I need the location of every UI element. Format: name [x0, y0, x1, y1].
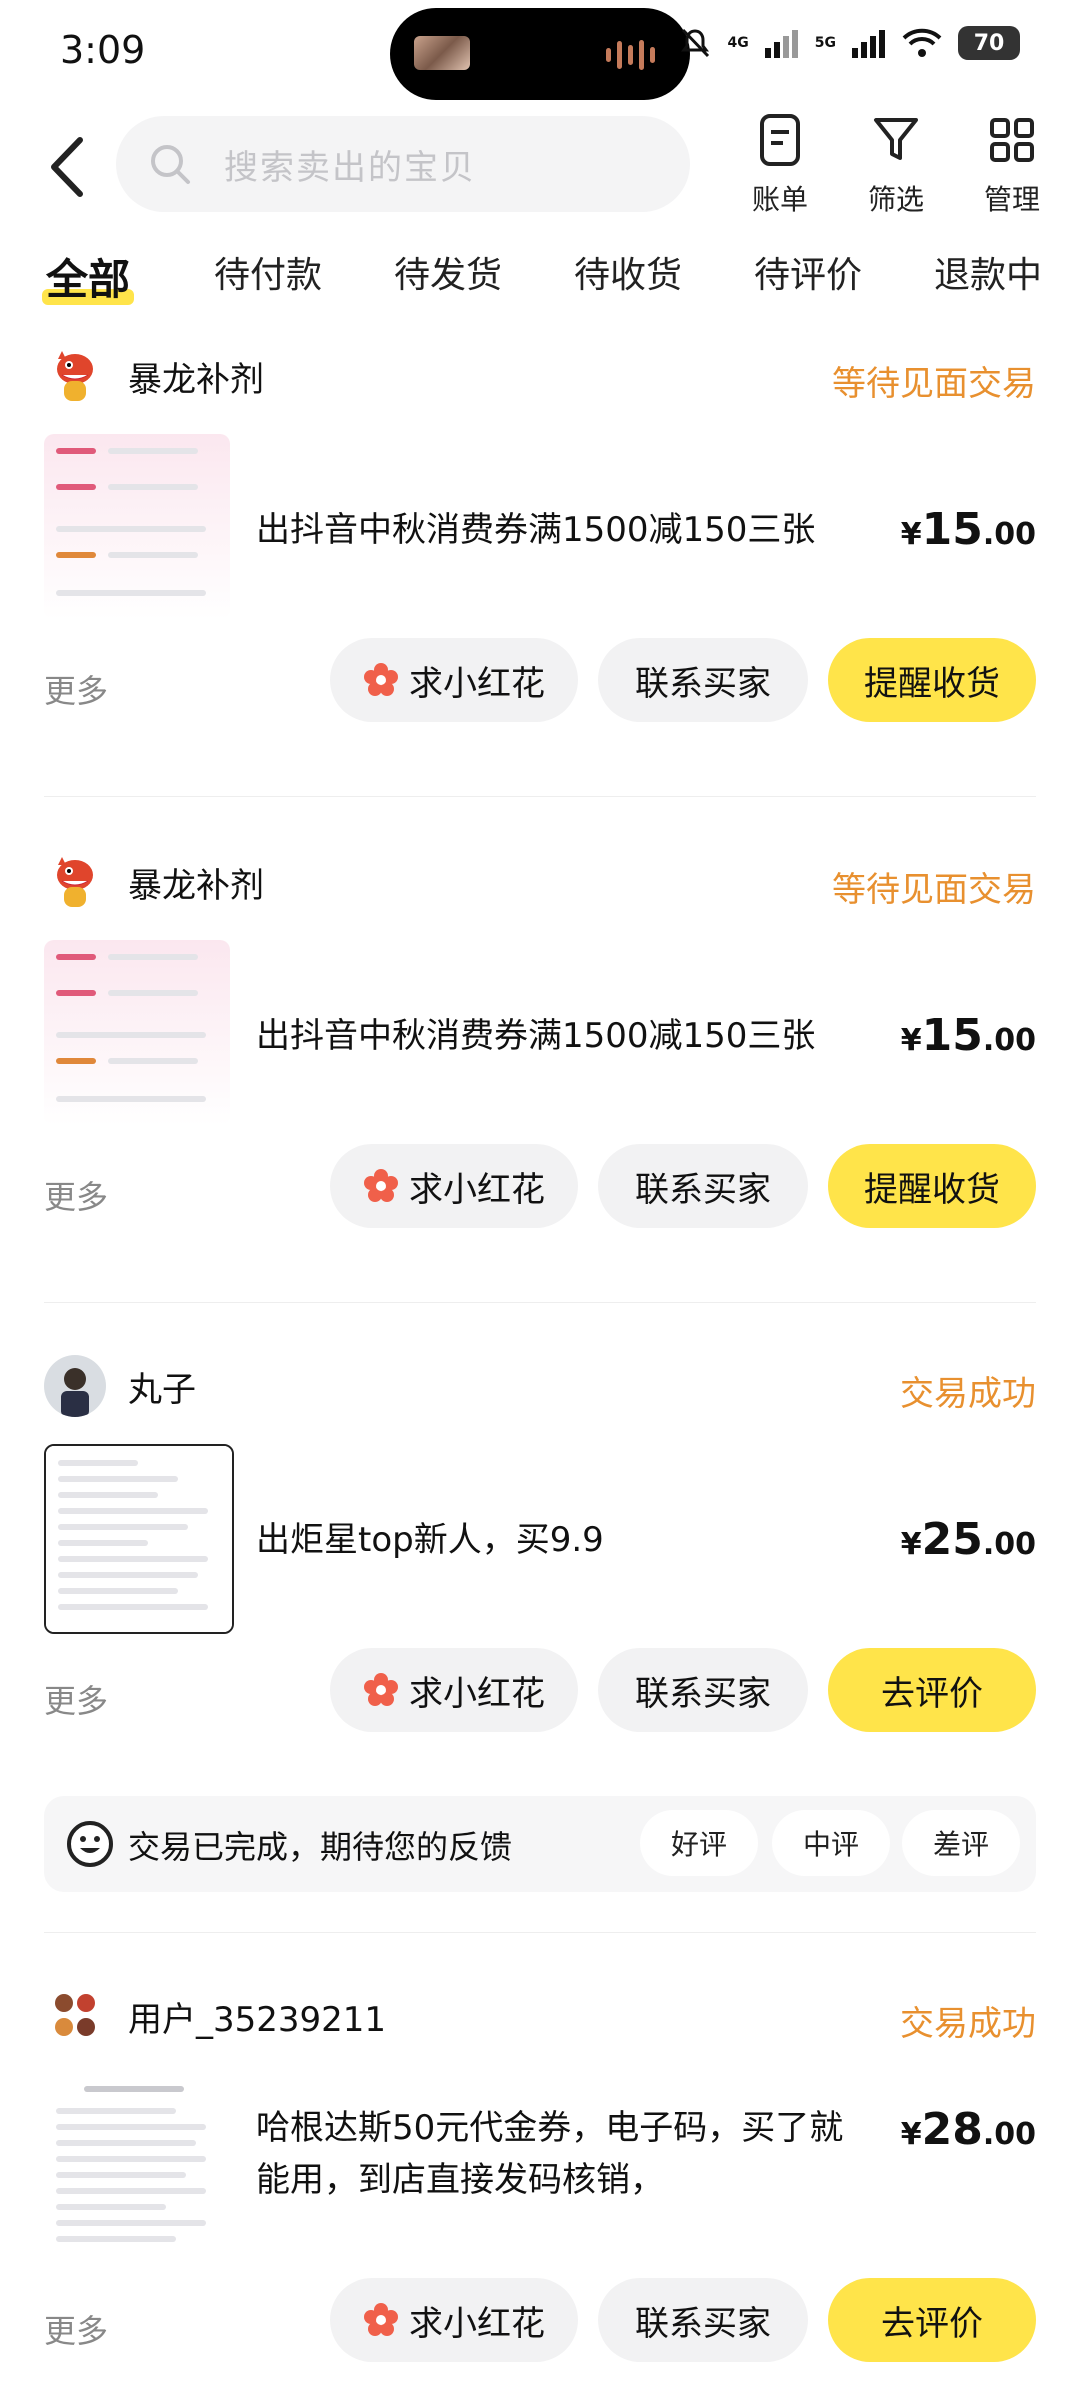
- item-price: ¥15.00: [900, 1010, 1036, 1061]
- bill-label: 账单: [751, 183, 808, 216]
- review-button[interactable]: 去评价: [828, 2278, 1036, 2362]
- status-time: 3:09: [60, 28, 146, 72]
- more-button[interactable]: 更多: [44, 666, 108, 712]
- contact-buyer-button[interactable]: 联系买家: [598, 638, 808, 722]
- divider: [44, 1932, 1036, 1933]
- contact-buyer-button[interactable]: 联系买家: [598, 1144, 808, 1228]
- item-thumbnail[interactable]: [44, 940, 230, 1126]
- more-button[interactable]: 更多: [44, 2306, 108, 2352]
- request-flower-button[interactable]: 求小红花: [330, 1144, 578, 1228]
- battery-indicator: 70: [958, 26, 1020, 60]
- contact-buyer-button[interactable]: 联系买家: [598, 2278, 808, 2362]
- seller-name: 暴龙补剂: [128, 359, 264, 400]
- media-thumbnail: [414, 36, 470, 70]
- tab-all[interactable]: 全部: [41, 246, 135, 307]
- flower-icon: [364, 1673, 398, 1706]
- seller-info[interactable]: 暴龙补剂: [44, 850, 264, 914]
- seller-name: 丸子: [128, 1369, 196, 1410]
- bill-icon: [760, 114, 800, 166]
- tab-pending-payment[interactable]: 待付款: [214, 246, 322, 298]
- item-thumbnail[interactable]: [44, 1444, 234, 1634]
- tab-pending-receipt[interactable]: 待收货: [574, 246, 682, 298]
- divider: [44, 796, 1036, 797]
- request-flower-button[interactable]: 求小红花: [330, 638, 578, 722]
- seller-name: 用户_35239211: [128, 1999, 387, 2040]
- good-review-chip[interactable]: 好评: [640, 1810, 758, 1876]
- manage-button[interactable]: 管理: [962, 110, 1062, 218]
- item-title[interactable]: 哈根达斯50元代金券，电子码，买了就能用，到店直接发码核销，: [256, 2102, 876, 2206]
- tab-pending-shipment[interactable]: 待发货: [394, 246, 502, 298]
- mute-icon: [680, 28, 709, 58]
- avatar: [44, 1355, 106, 1417]
- tab-refunding[interactable]: 退款中: [934, 246, 1042, 298]
- status-bar: 3:09 4G 5G 70: [0, 0, 1080, 100]
- item-price: ¥15.00: [900, 504, 1036, 555]
- flower-icon: [364, 1169, 398, 1202]
- neutral-review-chip[interactable]: 中评: [772, 1810, 890, 1876]
- seller-info[interactable]: 暴龙补剂: [44, 344, 264, 408]
- wifi-icon: [902, 28, 942, 57]
- search-icon: [151, 145, 190, 184]
- filter-button[interactable]: 筛选: [846, 110, 946, 218]
- search-input[interactable]: 搜索卖出的宝贝: [116, 116, 690, 212]
- network-4g: 4G: [727, 35, 749, 51]
- item-title[interactable]: 出炬星top新人，买9.9: [256, 1514, 876, 1566]
- signal-icon: [852, 30, 885, 58]
- order-status: 交易成功: [900, 1374, 1036, 1414]
- header: 搜索卖出的宝贝 账单 筛选 管理: [0, 110, 1080, 220]
- network-5g: 5G: [814, 35, 836, 51]
- divider: [44, 1302, 1036, 1303]
- feedback-bar: 交易已完成，期待您的反馈 好评 中评 差评: [44, 1796, 1036, 1892]
- order-status: 等待见面交易: [832, 364, 1036, 404]
- more-button[interactable]: 更多: [44, 1676, 108, 1722]
- tab-pending-review[interactable]: 待评价: [754, 246, 862, 298]
- grid-icon: [990, 118, 1034, 162]
- request-flower-button[interactable]: 求小红花: [330, 1648, 578, 1732]
- item-price: ¥28.00: [900, 2104, 1036, 2155]
- order-tabs: 全部 待付款 待发货 待收货 待评价 退款中: [0, 240, 1080, 310]
- remind-receipt-button[interactable]: 提醒收货: [828, 638, 1036, 722]
- smiley-face-icon: [67, 1821, 113, 1867]
- back-arrow-icon[interactable]: [44, 132, 94, 202]
- audio-wave-icon: [606, 38, 662, 72]
- flower-icon: [364, 2303, 398, 2336]
- avatar: [44, 345, 106, 407]
- flower-icon: [364, 663, 398, 696]
- search-placeholder: 搜索卖出的宝贝: [224, 147, 476, 188]
- bill-button[interactable]: 账单: [730, 110, 830, 218]
- contact-buyer-button[interactable]: 联系买家: [598, 1648, 808, 1732]
- bad-review-chip[interactable]: 差评: [902, 1810, 1020, 1876]
- more-button[interactable]: 更多: [44, 1172, 108, 1218]
- avatar: [44, 1985, 106, 2047]
- remind-receipt-button[interactable]: 提醒收货: [828, 1144, 1036, 1228]
- manage-label: 管理: [983, 183, 1040, 216]
- dynamic-island[interactable]: [390, 8, 690, 100]
- seller-info[interactable]: 用户_35239211: [44, 1984, 386, 2048]
- item-thumbnail[interactable]: [44, 2074, 230, 2260]
- item-price: ¥25.00: [900, 1514, 1036, 1565]
- item-title[interactable]: 出抖音中秋消费券满1500减150三张: [256, 1010, 876, 1062]
- order-status: 等待见面交易: [832, 870, 1036, 910]
- seller-name: 暴龙补剂: [128, 865, 264, 906]
- feedback-message: 交易已完成，期待您的反馈: [128, 1828, 513, 1866]
- review-button[interactable]: 去评价: [828, 1648, 1036, 1732]
- filter-label: 筛选: [867, 183, 924, 216]
- status-icons: 4G 5G 70: [678, 26, 1020, 60]
- filter-icon: [874, 118, 918, 160]
- item-thumbnail[interactable]: [44, 434, 230, 620]
- request-flower-button[interactable]: 求小红花: [330, 2278, 578, 2362]
- order-status: 交易成功: [900, 2004, 1036, 2044]
- signal-icon: [764, 30, 798, 58]
- item-title[interactable]: 出抖音中秋消费券满1500减150三张: [256, 504, 876, 556]
- seller-info[interactable]: 丸子: [44, 1354, 196, 1418]
- avatar: [44, 851, 106, 913]
